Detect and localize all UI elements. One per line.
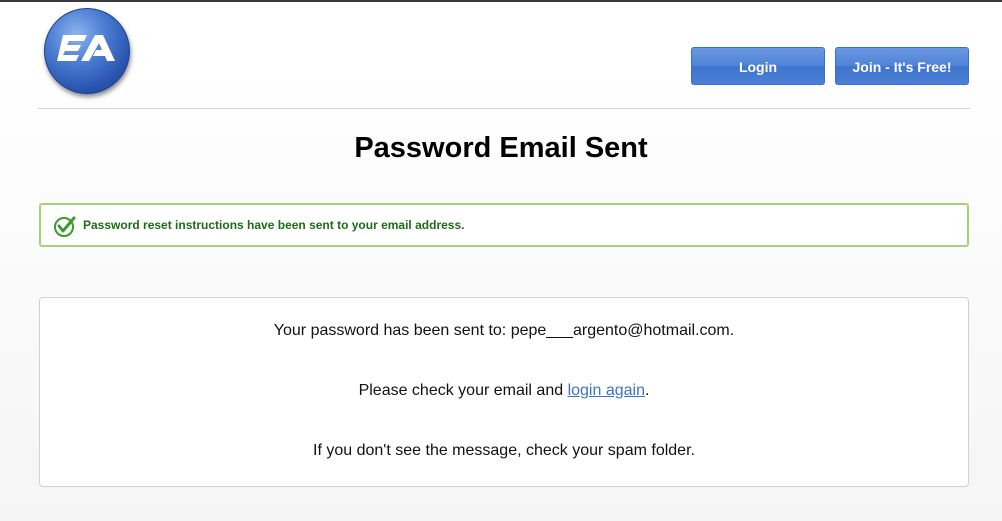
header-divider [38,108,970,109]
login-again-link[interactable]: login again [568,382,645,399]
login-button[interactable]: Login [691,47,825,85]
check-prefix: Please check your email and [358,382,568,399]
sent-to-suffix: . [729,322,735,339]
sent-to-line: Your password has been sent to: pepe___a… [40,322,968,340]
page-title: Password Email Sent [354,132,648,164]
email-address: pepe___argento@hotmail.com [510,322,730,339]
spam-note: If you don't see the message, check your… [313,442,695,459]
ea-logo[interactable] [44,8,130,94]
sent-to-prefix: Your password has been sent to: [273,322,511,339]
join-button[interactable]: Join - It's Free! [835,47,969,85]
info-panel: Your password has been sent to: pepe___a… [39,297,969,487]
success-message: Password reset instructions have been se… [83,218,465,232]
check-circle-icon [54,216,76,237]
success-alert: Password reset instructions have been se… [39,203,969,247]
check-suffix: . [644,382,650,399]
check-email-line: Please check your email and login again. [40,382,968,400]
ea-logo-icon [57,35,115,61]
